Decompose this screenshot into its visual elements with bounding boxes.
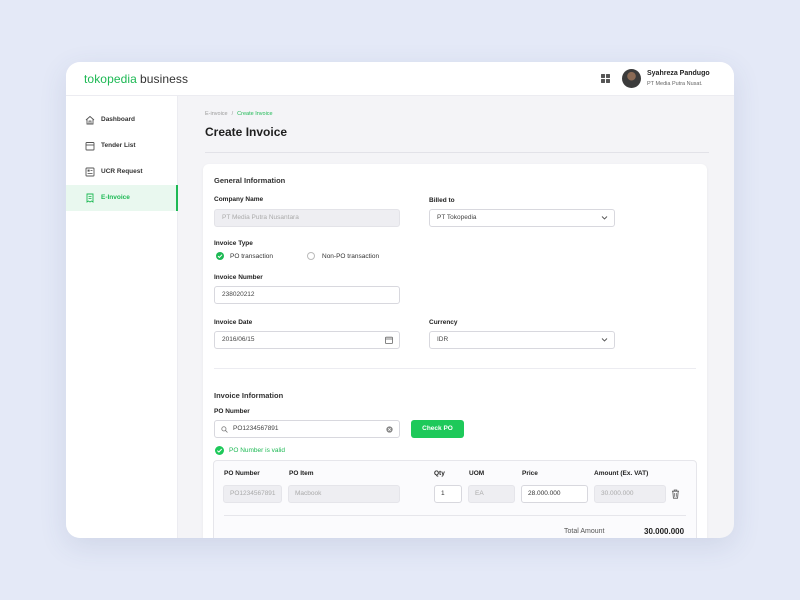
po-transaction-label: PO transaction bbox=[230, 253, 273, 260]
billed-to-value: PT Tokopedia bbox=[437, 214, 477, 221]
home-icon bbox=[85, 115, 95, 125]
invoice-icon bbox=[86, 193, 94, 203]
non-po-transaction-radio[interactable] bbox=[307, 252, 315, 260]
amount-cell: 30.000.000 bbox=[594, 485, 666, 503]
clear-icon[interactable] bbox=[386, 426, 393, 433]
po-number-value: PO1234567891 bbox=[233, 425, 279, 432]
logo-suffix: business bbox=[139, 72, 189, 86]
user-company: PT Media Putra Nusat. bbox=[647, 81, 703, 87]
page-title: Create Invoice bbox=[205, 125, 288, 139]
column-header: Price bbox=[522, 470, 538, 477]
sidebar-item-tender-list[interactable]: Tender List bbox=[66, 133, 178, 159]
breadcrumb-current: Create Invoice bbox=[237, 111, 273, 117]
avatar[interactable] bbox=[622, 69, 641, 88]
column-header: UOM bbox=[469, 470, 485, 477]
total-amount-label: Total Amount bbox=[564, 528, 605, 535]
invoice-date-value: 2016/06/15 bbox=[222, 336, 255, 343]
column-header: Qty bbox=[434, 470, 445, 477]
po-number-cell: PO1234567891 bbox=[223, 485, 282, 503]
sidebar-item-ucr-request[interactable]: UCR Request bbox=[66, 159, 178, 185]
line-items-table: PO Number PO Item Qty UOM Price Amount (… bbox=[213, 460, 697, 538]
sidebar-item-label: Dashboard bbox=[101, 116, 135, 123]
column-header: Amount (Ex. VAT) bbox=[594, 470, 649, 477]
check-icon bbox=[217, 254, 223, 259]
section-divider bbox=[214, 368, 696, 369]
calendar-icon bbox=[85, 142, 95, 151]
logo-brand: tokopedia bbox=[84, 72, 137, 86]
company-name-label: Company Name bbox=[214, 196, 264, 203]
total-amount-value: 30.000.000 bbox=[644, 527, 685, 536]
invoice-date-input[interactable]: 2016/06/15 bbox=[214, 331, 400, 349]
search-icon bbox=[221, 426, 228, 433]
po-number-label: PO Number bbox=[214, 408, 250, 415]
currency-select[interactable]: IDR bbox=[429, 331, 615, 349]
billed-to-select[interactable]: PT Tokopedia bbox=[429, 209, 615, 227]
request-icon bbox=[85, 167, 95, 177]
po-item-cell: Macbook bbox=[288, 485, 400, 503]
invoice-form-card: General Information Company Name PT Medi… bbox=[203, 164, 707, 538]
calendar-icon[interactable] bbox=[385, 336, 393, 344]
billed-to-label: Billed to bbox=[429, 197, 455, 204]
sidebar-item-label: UCR Request bbox=[101, 168, 143, 175]
invoice-number-label: Invoice Number bbox=[214, 274, 263, 281]
currency-value: IDR bbox=[437, 336, 449, 343]
invoice-date-label: Invoice Date bbox=[214, 319, 253, 326]
sidebar: Dashboard Tender List UCR Request E-Invo… bbox=[66, 96, 178, 538]
non-po-transaction-label: Non-PO transaction bbox=[322, 253, 380, 260]
app-window: tokopedia business Syahreza Pandugo PT Me… bbox=[66, 62, 734, 538]
sidebar-item-dashboard[interactable]: Dashboard bbox=[66, 107, 178, 133]
chevron-down-icon bbox=[601, 216, 608, 220]
breadcrumb: E-invoice / Create Invoice bbox=[205, 111, 273, 117]
valid-check-icon bbox=[215, 446, 224, 455]
company-name-field: PT Media Putra Nusantara bbox=[214, 209, 400, 227]
user-name: Syahreza Pandugo bbox=[647, 70, 710, 77]
sidebar-item-label: Tender List bbox=[101, 142, 136, 149]
apps-grid-icon[interactable] bbox=[601, 74, 610, 83]
breadcrumb-separator: / bbox=[231, 111, 234, 117]
po-transaction-radio[interactable] bbox=[216, 252, 224, 260]
invoice-number-input[interactable]: 238020212 bbox=[214, 286, 400, 304]
breadcrumb-parent[interactable]: E-invoice bbox=[205, 111, 228, 117]
po-number-input[interactable]: PO1234567891 bbox=[214, 420, 400, 438]
table-row-divider bbox=[224, 515, 686, 516]
top-bar: tokopedia business Syahreza Pandugo PT Me… bbox=[66, 62, 734, 96]
invoice-type-label: Invoice Type bbox=[214, 240, 253, 247]
column-header: PO Number bbox=[224, 470, 260, 477]
po-valid-message: PO Number is valid bbox=[229, 447, 285, 454]
trash-icon[interactable] bbox=[671, 489, 680, 499]
chevron-down-icon bbox=[601, 338, 608, 342]
currency-label: Currency bbox=[429, 319, 458, 326]
sidebar-item-label: E-Invoice bbox=[101, 194, 130, 201]
check-po-button[interactable]: Check PO bbox=[411, 420, 464, 438]
sidebar-item-e-invoice[interactable]: E-Invoice bbox=[66, 185, 178, 211]
price-input[interactable]: 28.000.000 bbox=[521, 485, 588, 503]
title-divider bbox=[205, 152, 709, 153]
invoice-info-title: Invoice Information bbox=[214, 391, 284, 400]
logo[interactable]: tokopedia business bbox=[84, 72, 188, 86]
general-info-title: General Information bbox=[214, 176, 286, 185]
column-header: PO Item bbox=[289, 470, 314, 477]
qty-input[interactable]: 1 bbox=[434, 485, 462, 503]
uom-cell: EA bbox=[468, 485, 515, 503]
